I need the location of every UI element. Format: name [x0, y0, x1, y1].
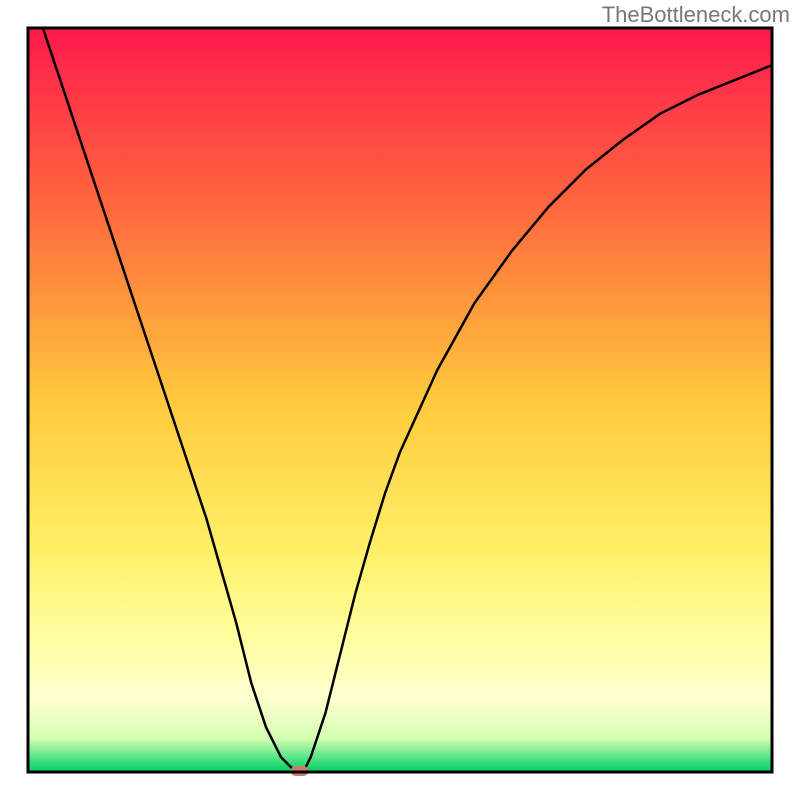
- bottleneck-chart: TheBottleneck.com: [0, 0, 800, 800]
- chart-svg: [0, 0, 800, 800]
- plot-background: [28, 28, 772, 772]
- watermark-text: TheBottleneck.com: [602, 2, 790, 28]
